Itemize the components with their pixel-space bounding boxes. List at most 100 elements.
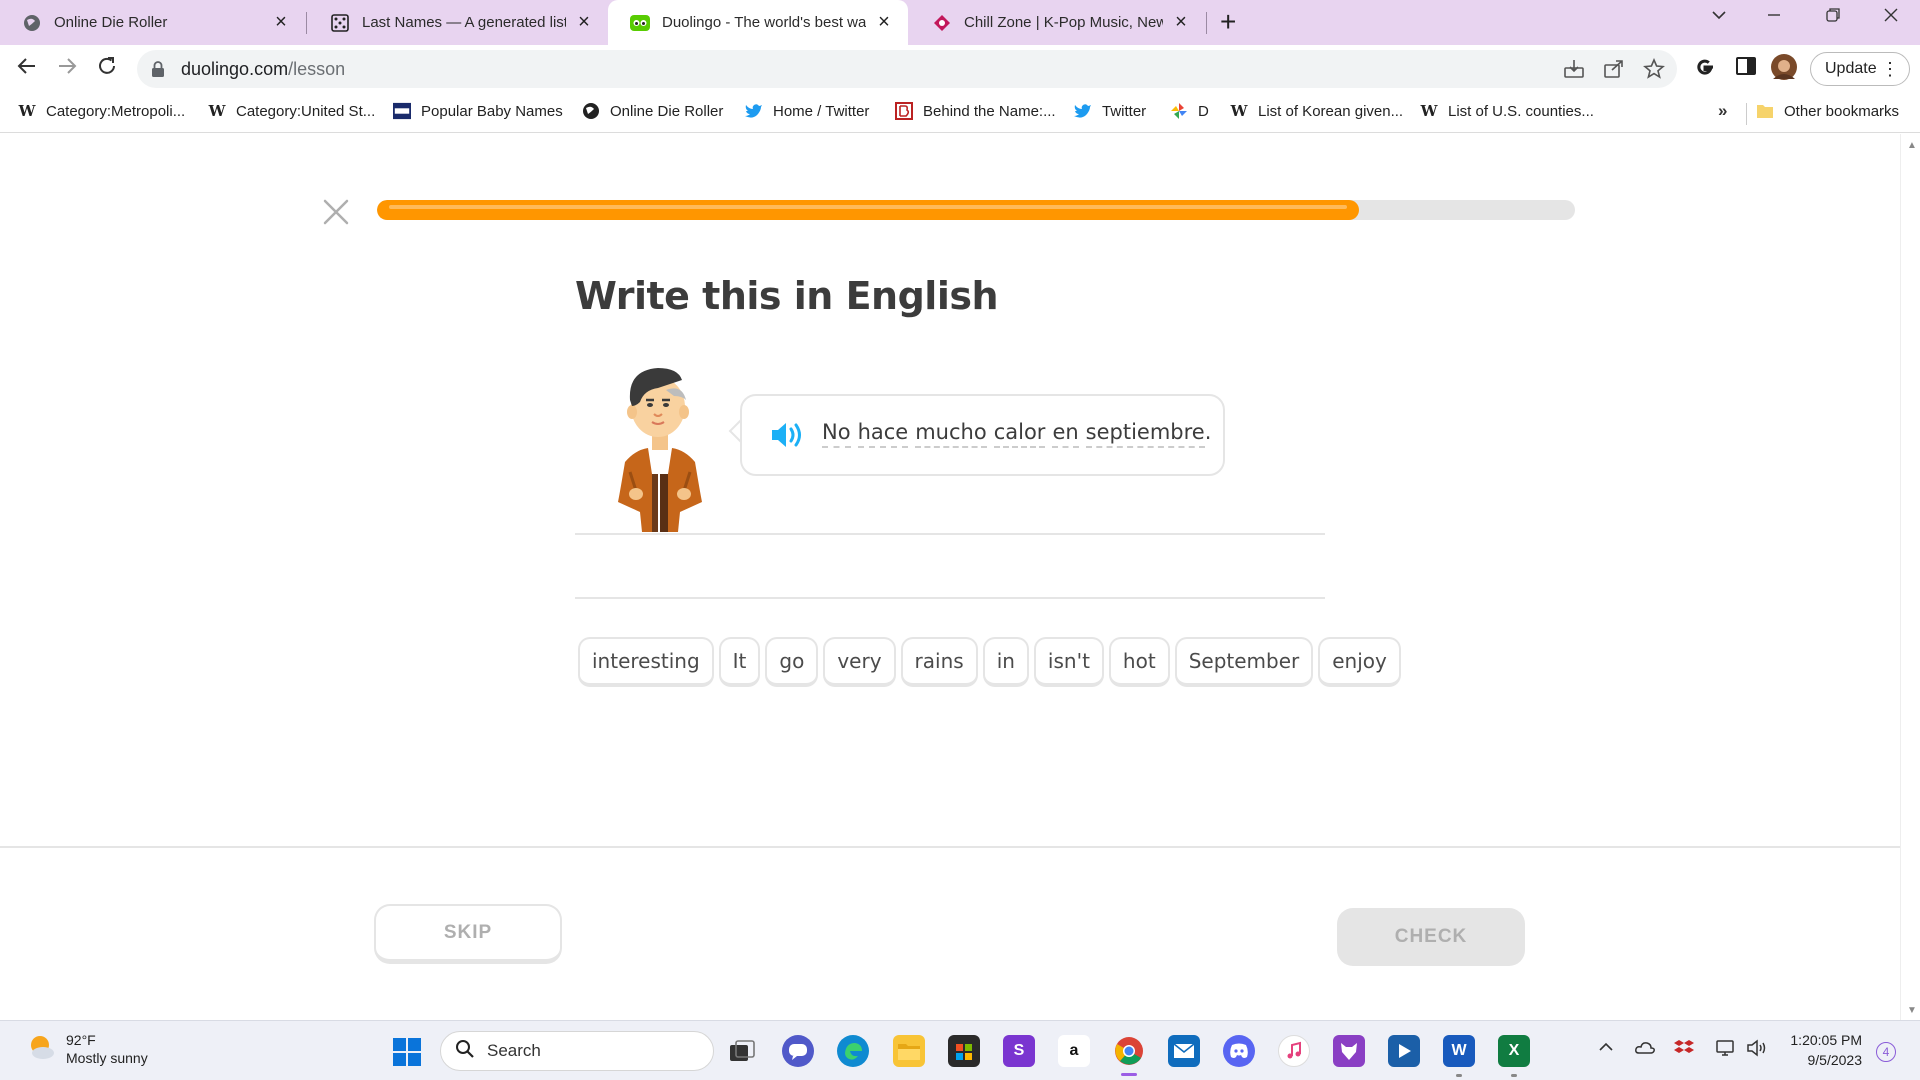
- bookmark-item[interactable]: W List of Korean given...: [1230, 102, 1404, 120]
- bookmark-item[interactable]: Online Die Roller: [582, 102, 723, 120]
- bookmarks-overflow-button[interactable]: »: [1718, 101, 1727, 121]
- avatar[interactable]: [1770, 53, 1798, 86]
- weather-condition: Mostly sunny: [66, 1050, 148, 1066]
- excel-icon[interactable]: X: [1498, 1035, 1530, 1067]
- update-label: Update: [1825, 60, 1877, 77]
- amazon-icon[interactable]: a: [1058, 1035, 1090, 1067]
- close-icon[interactable]: ×: [271, 11, 291, 34]
- back-arrow-icon[interactable]: [16, 55, 38, 84]
- word-chip[interactable]: in: [982, 637, 1029, 687]
- address-bar[interactable]: duolingo.com /lesson: [137, 50, 1677, 88]
- prompt-word[interactable]: hace: [857, 420, 909, 448]
- word-chip[interactable]: It: [718, 637, 761, 687]
- skip-button[interactable]: SKIP: [374, 904, 562, 964]
- bookmarks-bar: W Category:Metropoli... W Category:Unite…: [0, 93, 1920, 133]
- discord-icon[interactable]: [1223, 1035, 1255, 1067]
- prompt-word[interactable]: septiembre: [1085, 420, 1205, 448]
- tab-separator: [1206, 12, 1207, 34]
- close-lesson-icon[interactable]: [320, 196, 352, 228]
- media-player-icon[interactable]: [1388, 1035, 1420, 1067]
- itunes-icon[interactable]: [1278, 1035, 1310, 1067]
- system-clock[interactable]: 1:20:05 PM 9/5/2023: [1780, 1030, 1862, 1070]
- url-path: /lesson: [288, 58, 346, 79]
- dropbox-icon[interactable]: [1674, 1039, 1694, 1062]
- word-chip[interactable]: hot: [1108, 637, 1170, 687]
- bookmark-star-icon[interactable]: [1643, 57, 1665, 85]
- taskbar-search[interactable]: Search: [440, 1031, 714, 1071]
- new-tab-button[interactable]: +: [1220, 6, 1236, 38]
- mail-icon[interactable]: [1168, 1035, 1200, 1067]
- reload-icon[interactable]: [96, 55, 118, 84]
- lesson-page: Write this in English No hace mucho calo…: [0, 134, 1900, 1020]
- word-chip[interactable]: go: [765, 637, 819, 687]
- page-scrollbar[interactable]: ▲ ▼: [1900, 134, 1920, 1020]
- google-icon[interactable]: [1693, 55, 1717, 84]
- lesson-progress-bar: [377, 200, 1575, 220]
- network-icon[interactable]: [1714, 1039, 1736, 1062]
- prompt-word[interactable]: calor: [993, 420, 1046, 448]
- wolf-app-icon[interactable]: [1333, 1035, 1365, 1067]
- word-icon[interactable]: W: [1443, 1035, 1475, 1067]
- tab-chill-zone[interactable]: Chill Zone | K-Pop Music, News, a ×: [910, 0, 1205, 45]
- chevron-up-icon[interactable]: [1598, 1039, 1614, 1060]
- wikipedia-icon: W: [208, 102, 226, 120]
- close-icon[interactable]: ×: [1171, 11, 1191, 34]
- scroll-down-icon[interactable]: ▼: [1907, 1005, 1917, 1016]
- dice-icon: [330, 13, 350, 33]
- bookmark-item[interactable]: D: [1170, 102, 1209, 120]
- prompt-punctuation: .: [1204, 420, 1212, 444]
- update-button[interactable]: Update ⋮: [1810, 52, 1910, 86]
- word-chip[interactable]: interesting: [578, 637, 714, 687]
- more-menu-icon[interactable]: ⋮: [1881, 59, 1899, 80]
- bookmark-item[interactable]: W Category:Metropoli...: [18, 102, 186, 120]
- install-app-icon[interactable]: [1563, 58, 1585, 85]
- bookmark-item[interactable]: Popular Baby Names: [393, 102, 563, 120]
- side-panel-icon[interactable]: [1735, 55, 1757, 82]
- word-chip[interactable]: September: [1174, 637, 1314, 687]
- prompt-word[interactable]: en: [1052, 420, 1079, 448]
- forward-arrow-icon[interactable]: [56, 55, 78, 84]
- bookmark-item[interactable]: Behind the Name:...: [895, 102, 1056, 120]
- teams-chat-icon[interactable]: [782, 1035, 814, 1067]
- task-view-icon[interactable]: [726, 1035, 758, 1067]
- volume-icon[interactable]: [1746, 1039, 1768, 1062]
- scroll-up-icon[interactable]: ▲: [1907, 140, 1917, 151]
- restore-icon[interactable]: [1824, 6, 1842, 30]
- twitter-icon: [1074, 102, 1092, 120]
- word-chip[interactable]: isn't: [1033, 637, 1104, 687]
- close-icon[interactable]: ×: [574, 11, 594, 34]
- bookmark-item[interactable]: Home / Twitter: [745, 102, 869, 120]
- word-chip[interactable]: very: [823, 637, 896, 687]
- bookmark-item[interactable]: W List of U.S. counties...: [1420, 102, 1594, 120]
- check-button[interactable]: CHECK: [1337, 908, 1525, 966]
- scrivener-icon[interactable]: S: [1003, 1035, 1035, 1067]
- minimize-icon[interactable]: [1765, 6, 1783, 30]
- speaker-icon[interactable]: [770, 420, 808, 450]
- file-explorer-icon[interactable]: [893, 1035, 925, 1067]
- windows-start-icon[interactable]: [392, 1037, 422, 1067]
- tab-title: Chill Zone | K-Pop Music, News, a: [964, 14, 1163, 31]
- tab-online-die-roller[interactable]: Online Die Roller ×: [0, 0, 305, 45]
- close-icon[interactable]: ×: [874, 11, 894, 34]
- edge-icon[interactable]: [837, 1035, 869, 1067]
- other-bookmarks[interactable]: Other bookmarks: [1756, 102, 1899, 120]
- bookmark-label: Home / Twitter: [773, 102, 870, 120]
- tab-duolingo[interactable]: Duolingo - The world's best way ×: [608, 0, 908, 45]
- word-chip[interactable]: enjoy: [1318, 637, 1401, 687]
- bookmark-item[interactable]: Twitter: [1074, 102, 1146, 120]
- chrome-icon[interactable]: [1113, 1035, 1145, 1067]
- word-chip[interactable]: rains: [900, 637, 978, 687]
- page-title: Write this in English: [575, 274, 999, 318]
- wikipedia-icon: W: [1420, 102, 1438, 120]
- weather-widget[interactable]: 92°F Mostly sunny: [26, 1031, 148, 1067]
- tab-search-icon[interactable]: [1710, 6, 1728, 30]
- prompt-word[interactable]: No: [822, 420, 851, 448]
- window-close-icon[interactable]: [1882, 6, 1900, 30]
- notification-badge[interactable]: 4: [1876, 1042, 1896, 1062]
- share-icon[interactable]: [1603, 58, 1625, 85]
- bookmark-item[interactable]: W Category:United St...: [208, 102, 376, 120]
- tab-last-names[interactable]: Last Names — A generated list o ×: [308, 0, 608, 45]
- onedrive-icon[interactable]: [1634, 1039, 1656, 1060]
- microsoft-store-icon[interactable]: [948, 1035, 980, 1067]
- prompt-word[interactable]: mucho: [915, 420, 987, 448]
